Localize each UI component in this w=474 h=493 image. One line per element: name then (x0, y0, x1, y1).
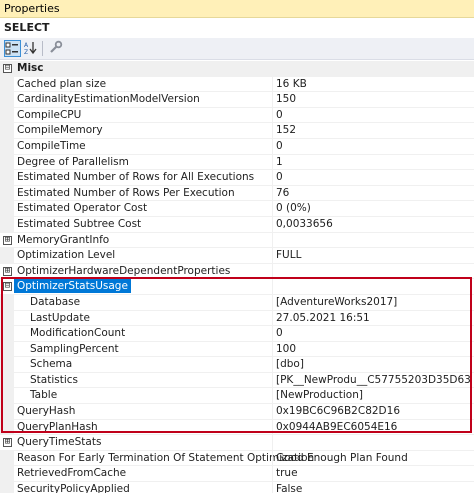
property-row[interactable]: Schema [dbo] (0, 357, 474, 373)
property-value: [AdventureWorks2017] (276, 295, 398, 308)
expand-toggle-icon[interactable]: ⊞ (3, 438, 12, 448)
property-name: Estimated Subtree Cost (17, 217, 142, 230)
window-title: Properties (4, 2, 60, 15)
collapse-toggle-icon[interactable]: ⊟ (3, 64, 12, 73)
property-name: QueryHash (17, 405, 76, 418)
svg-text:Z: Z (24, 49, 28, 55)
property-row-optimizerstatsusage[interactable]: ⊟ OptimizerStatsUsage (0, 279, 474, 295)
property-row[interactable]: Estimated Number of Rows for All Executi… (0, 170, 474, 186)
property-name: QueryPlanHash (17, 420, 98, 433)
property-name: Optimization Level (17, 249, 116, 262)
property-value: [NewProduction] (276, 389, 363, 402)
expand-toggle-icon[interactable]: ⊞ (3, 266, 12, 276)
property-row[interactable]: CompileCPU 0 (0, 107, 474, 124)
expand-toggle-icon[interactable]: ⊞ (3, 235, 12, 245)
property-value: False (276, 483, 303, 493)
property-row[interactable]: Optimization Level FULL (0, 248, 474, 264)
property-name: Estimated Operator Cost (17, 202, 148, 215)
property-row[interactable]: CompileTime 0 (0, 138, 474, 155)
property-row[interactable]: Table [NewProduction] (0, 388, 474, 405)
categorized-icon (5, 42, 18, 55)
property-row[interactable]: Reason For Early Termination Of Statemen… (0, 450, 474, 467)
property-row[interactable]: Cached plan size 16 KB (0, 76, 474, 93)
property-row[interactable]: Statistics [PK__NewProdu__C57755203D35D63… (0, 372, 474, 389)
property-row[interactable]: Degree of Parallelism 1 (0, 154, 474, 171)
property-name: RetrievedFromCache (17, 467, 127, 480)
property-row[interactable]: Estimated Subtree Cost 0,0033656 (0, 216, 474, 233)
property-name: ModificationCount (30, 327, 126, 340)
property-name: Database (30, 295, 81, 308)
property-name: CompileMemory (17, 124, 103, 137)
category-label: Misc (17, 62, 44, 74)
property-row[interactable]: QueryPlanHash 0x0944AB9EC6054E16 (0, 419, 474, 436)
property-value: 150 (276, 93, 297, 106)
selected-object-name-bar[interactable]: SELECT (0, 18, 474, 38)
property-name: SamplingPercent (30, 342, 119, 355)
property-row[interactable]: CardinalityEstimationModelVersion 150 (0, 92, 474, 108)
property-value: FULL (276, 249, 302, 262)
property-value: 27.05.2021 16:51 (276, 311, 370, 324)
property-row[interactable]: Estimated Operator Cost 0 (0%) (0, 201, 474, 217)
property-pages-wrench-icon (50, 40, 63, 53)
property-value: Good Enough Plan Found (276, 451, 408, 464)
alphabetical-sort-icon: A Z (24, 42, 37, 56)
property-row[interactable]: ModificationCount 0 (0, 326, 474, 342)
property-value: 0,0033656 (276, 217, 333, 230)
property-value: [PK__NewProdu__C57755203D35D630] (276, 373, 472, 386)
property-grid: ⊟ Misc Cached plan size 16 KB Cardinality… (0, 61, 474, 493)
category-misc[interactable]: ⊟ Misc (0, 61, 474, 77)
categorized-button[interactable] (4, 40, 21, 57)
property-name: SecurityPolicyApplied (17, 483, 130, 493)
property-name: Statistics (30, 373, 78, 386)
property-name: Degree of Parallelism (17, 155, 129, 168)
property-name: Estimated Number of Rows for All Executi… (17, 171, 255, 184)
property-row-memorygrantinfo[interactable]: ⊞ MemoryGrantInfo (0, 232, 474, 249)
property-row[interactable]: SecurityPolicyApplied False (0, 482, 474, 493)
collapse-toggle-icon[interactable]: ⊟ (3, 282, 12, 292)
property-row-querytimestats[interactable]: ⊞ QueryTimeStats (0, 435, 474, 451)
property-name: CardinalityEstimationModelVersion (17, 93, 200, 106)
property-row-hardware-props[interactable]: ⊞ OptimizerHardwareDependentProperties (0, 263, 474, 280)
property-row[interactable]: Estimated Number of Rows Per Execution 76 (0, 185, 474, 202)
property-name: OptimizerHardwareDependentProperties (17, 264, 231, 277)
property-row[interactable]: CompileMemory 152 (0, 123, 474, 139)
property-value: [dbo] (276, 358, 304, 371)
property-value: 0 (276, 139, 283, 152)
property-row[interactable]: SamplingPercent 100 (0, 341, 474, 358)
property-value: 0x0944AB9EC6054E16 (276, 420, 398, 433)
property-value: 152 (276, 124, 297, 137)
property-name: LastUpdate (30, 311, 90, 324)
property-name: CompileTime (17, 139, 86, 152)
property-value: 76 (276, 186, 290, 199)
svg-text:A: A (24, 42, 29, 49)
property-row[interactable]: Database [AdventureWorks2017] (0, 294, 474, 311)
object-name: SELECT (4, 21, 50, 34)
property-row[interactable]: LastUpdate 27.05.2021 16:51 (0, 310, 474, 327)
property-value: 0 (276, 108, 283, 121)
property-value: true (276, 467, 298, 480)
property-name: Reason For Early Termination Of Statemen… (17, 451, 315, 464)
alphabetical-button[interactable]: A Z (23, 40, 40, 57)
property-value: 0 (276, 327, 283, 340)
property-pages-button[interactable] (48, 40, 65, 57)
property-value: 16 KB (276, 77, 307, 90)
property-value: 0 (0%) (276, 202, 311, 215)
property-row[interactable]: QueryHash 0x19BC6C96B2C82D16 (0, 404, 474, 420)
property-value: 0x19BC6C96B2C82D16 (276, 405, 401, 418)
property-value: 0 (276, 171, 283, 184)
toolbar-separator (42, 41, 43, 56)
property-name: QueryTimeStats (17, 436, 102, 449)
property-name: Table (30, 389, 58, 402)
properties-window-titlebar[interactable]: Properties (0, 0, 474, 18)
property-value: 1 (276, 155, 283, 168)
property-name: OptimizerStatsUsage (14, 279, 131, 294)
property-name: Estimated Number of Rows Per Execution (17, 186, 235, 199)
property-name: MemoryGrantInfo (17, 233, 110, 246)
property-value: 100 (276, 342, 297, 355)
properties-toolbar: A Z (0, 38, 474, 60)
property-name: Cached plan size (17, 77, 107, 90)
property-name: CompileCPU (17, 108, 82, 121)
property-row[interactable]: RetrievedFromCache true (0, 466, 474, 483)
property-name: Schema (30, 358, 73, 371)
